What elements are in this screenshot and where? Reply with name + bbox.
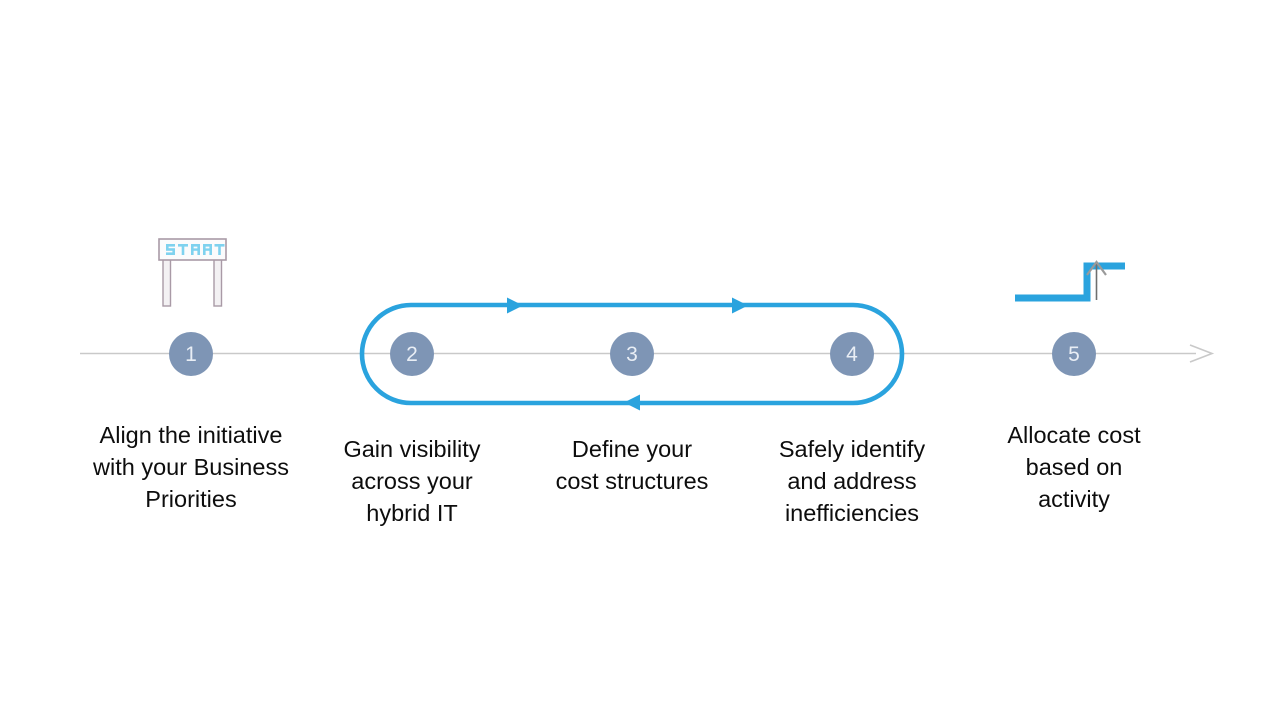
step-number-4: 4 — [846, 342, 858, 366]
step-number-3: 3 — [626, 342, 638, 366]
diagram-canvas: 1 2 3 4 5 Align the initiative with your… — [0, 0, 1280, 720]
step-number-5: 5 — [1068, 342, 1080, 366]
step-circle-3[interactable]: 3 — [610, 332, 654, 376]
step-circle-2[interactable]: 2 — [390, 332, 434, 376]
loop-arrow-top-2 — [732, 297, 748, 314]
step-number-2: 2 — [406, 342, 418, 366]
step-number-1: 1 — [185, 342, 197, 366]
step-caption-5: Allocate cost based on activity — [1007, 422, 1141, 512]
step-caption-1: Align the initiative with your Business … — [93, 422, 289, 512]
step-up-arrow-icon — [1015, 260, 1125, 302]
start-gate-icon — [158, 238, 227, 307]
step-caption-4: Safely identify and address inefficienci… — [778, 436, 926, 526]
step-circle-1[interactable]: 1 — [169, 332, 213, 376]
step-caption-3: Define your cost structures — [555, 436, 709, 494]
step-circle-5[interactable]: 5 — [1052, 332, 1096, 376]
loop-arrow-top-1 — [507, 297, 523, 314]
step-circle-4[interactable]: 4 — [830, 332, 874, 376]
step-caption-2: Gain visibility across your hybrid IT — [343, 436, 481, 526]
loop-arrow-bottom-1 — [624, 394, 640, 411]
